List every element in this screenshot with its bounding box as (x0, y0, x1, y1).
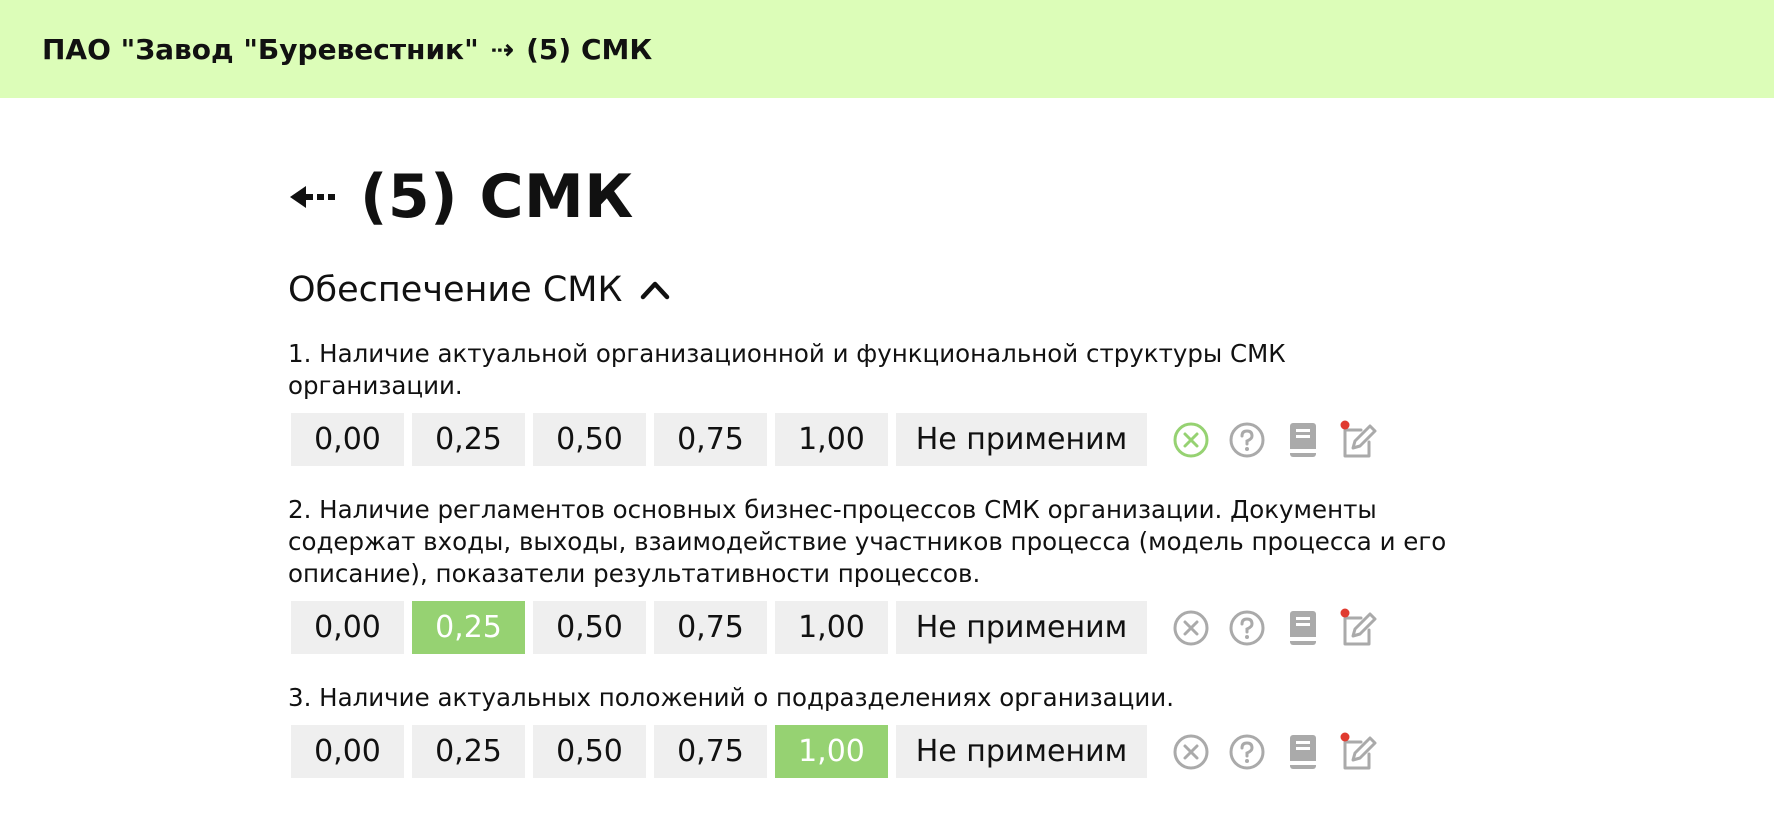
question-item: 3. Наличие актуальных положений о подраз… (288, 682, 1468, 778)
question-circle-icon[interactable] (1227, 732, 1267, 772)
breadcrumb-separator: ⇢ (490, 32, 515, 66)
question-text: 1. Наличие актуальной организационной и … (288, 339, 1286, 400)
question-list: 1. Наличие актуальной организационной и … (288, 338, 1468, 778)
clear-circle-icon[interactable] (1171, 732, 1211, 772)
score-option-button[interactable]: 0,25 (412, 725, 525, 778)
section-title: Обеспечение СМК (288, 270, 623, 310)
breadcrumb: ПАО "Завод "Буревестник" ⇢ (5) СМК (42, 33, 652, 66)
clear-circle-icon[interactable] (1171, 420, 1211, 460)
question-text: 3. Наличие актуальных положений о подраз… (288, 683, 1174, 712)
top-bar: ПАО "Завод "Буревестник" ⇢ (5) СМК (0, 0, 1774, 98)
question-circle-icon[interactable] (1227, 608, 1267, 648)
page-title: (5) СМК (360, 162, 634, 232)
chevron-up-icon (641, 281, 670, 300)
breadcrumb-org[interactable]: ПАО "Завод "Буревестник" (42, 33, 479, 66)
edit-note-icon[interactable] (1339, 420, 1379, 460)
book-icon[interactable] (1283, 732, 1323, 772)
score-option-button[interactable]: 0,75 (654, 413, 767, 466)
score-controls: 0,00 0,25 0,50 0,75 1,00 Не применим (291, 413, 1468, 466)
edit-note-icon[interactable] (1339, 732, 1379, 772)
score-option-button[interactable]: 1,00 (775, 601, 888, 654)
score-option-button[interactable]: 0,25 (412, 413, 525, 466)
breadcrumb-section[interactable]: (5) СМК (526, 33, 652, 66)
main-content: (5) СМК Обеспечение СМК 1. Наличие актуа… (288, 98, 1468, 778)
not-applicable-button[interactable]: Не применим (896, 725, 1147, 778)
score-option-button[interactable]: 1,00 (775, 413, 888, 466)
not-applicable-button[interactable]: Не применим (896, 601, 1147, 654)
question-item: 1. Наличие актуальной организационной и … (288, 338, 1468, 466)
book-icon[interactable] (1283, 608, 1323, 648)
score-option-button[interactable]: 0,75 (654, 601, 767, 654)
score-option-button[interactable]: 0,50 (533, 725, 646, 778)
question-circle-icon[interactable] (1227, 420, 1267, 460)
page-header: (5) СМК (288, 162, 1468, 232)
score-controls: 0,00 0,25 0,50 0,75 1,00 Не применим (291, 601, 1468, 654)
score-option-button[interactable]: 0,50 (533, 413, 646, 466)
score-option-button[interactable]: 0,50 (533, 601, 646, 654)
score-controls: 0,00 0,25 0,50 0,75 1,00 Не применим (291, 725, 1468, 778)
arrow-left-icon[interactable] (288, 177, 344, 217)
score-option-button[interactable]: 0,00 (291, 725, 404, 778)
score-option-button[interactable]: 0,75 (654, 725, 767, 778)
score-option-button[interactable]: 0,00 (291, 413, 404, 466)
edit-note-icon[interactable] (1339, 608, 1379, 648)
clear-circle-icon[interactable] (1171, 608, 1211, 648)
question-item: 2. Наличие регламентов основных бизнес-п… (288, 494, 1468, 654)
section-toggle[interactable]: Обеспечение СМК (288, 270, 1468, 310)
score-option-button[interactable]: 0,25 (412, 601, 525, 654)
book-icon[interactable] (1283, 420, 1323, 460)
score-option-button[interactable]: 0,00 (291, 601, 404, 654)
not-applicable-button[interactable]: Не применим (896, 413, 1147, 466)
score-option-button[interactable]: 1,00 (775, 725, 888, 778)
question-text: 2. Наличие регламентов основных бизнес-п… (288, 495, 1447, 588)
